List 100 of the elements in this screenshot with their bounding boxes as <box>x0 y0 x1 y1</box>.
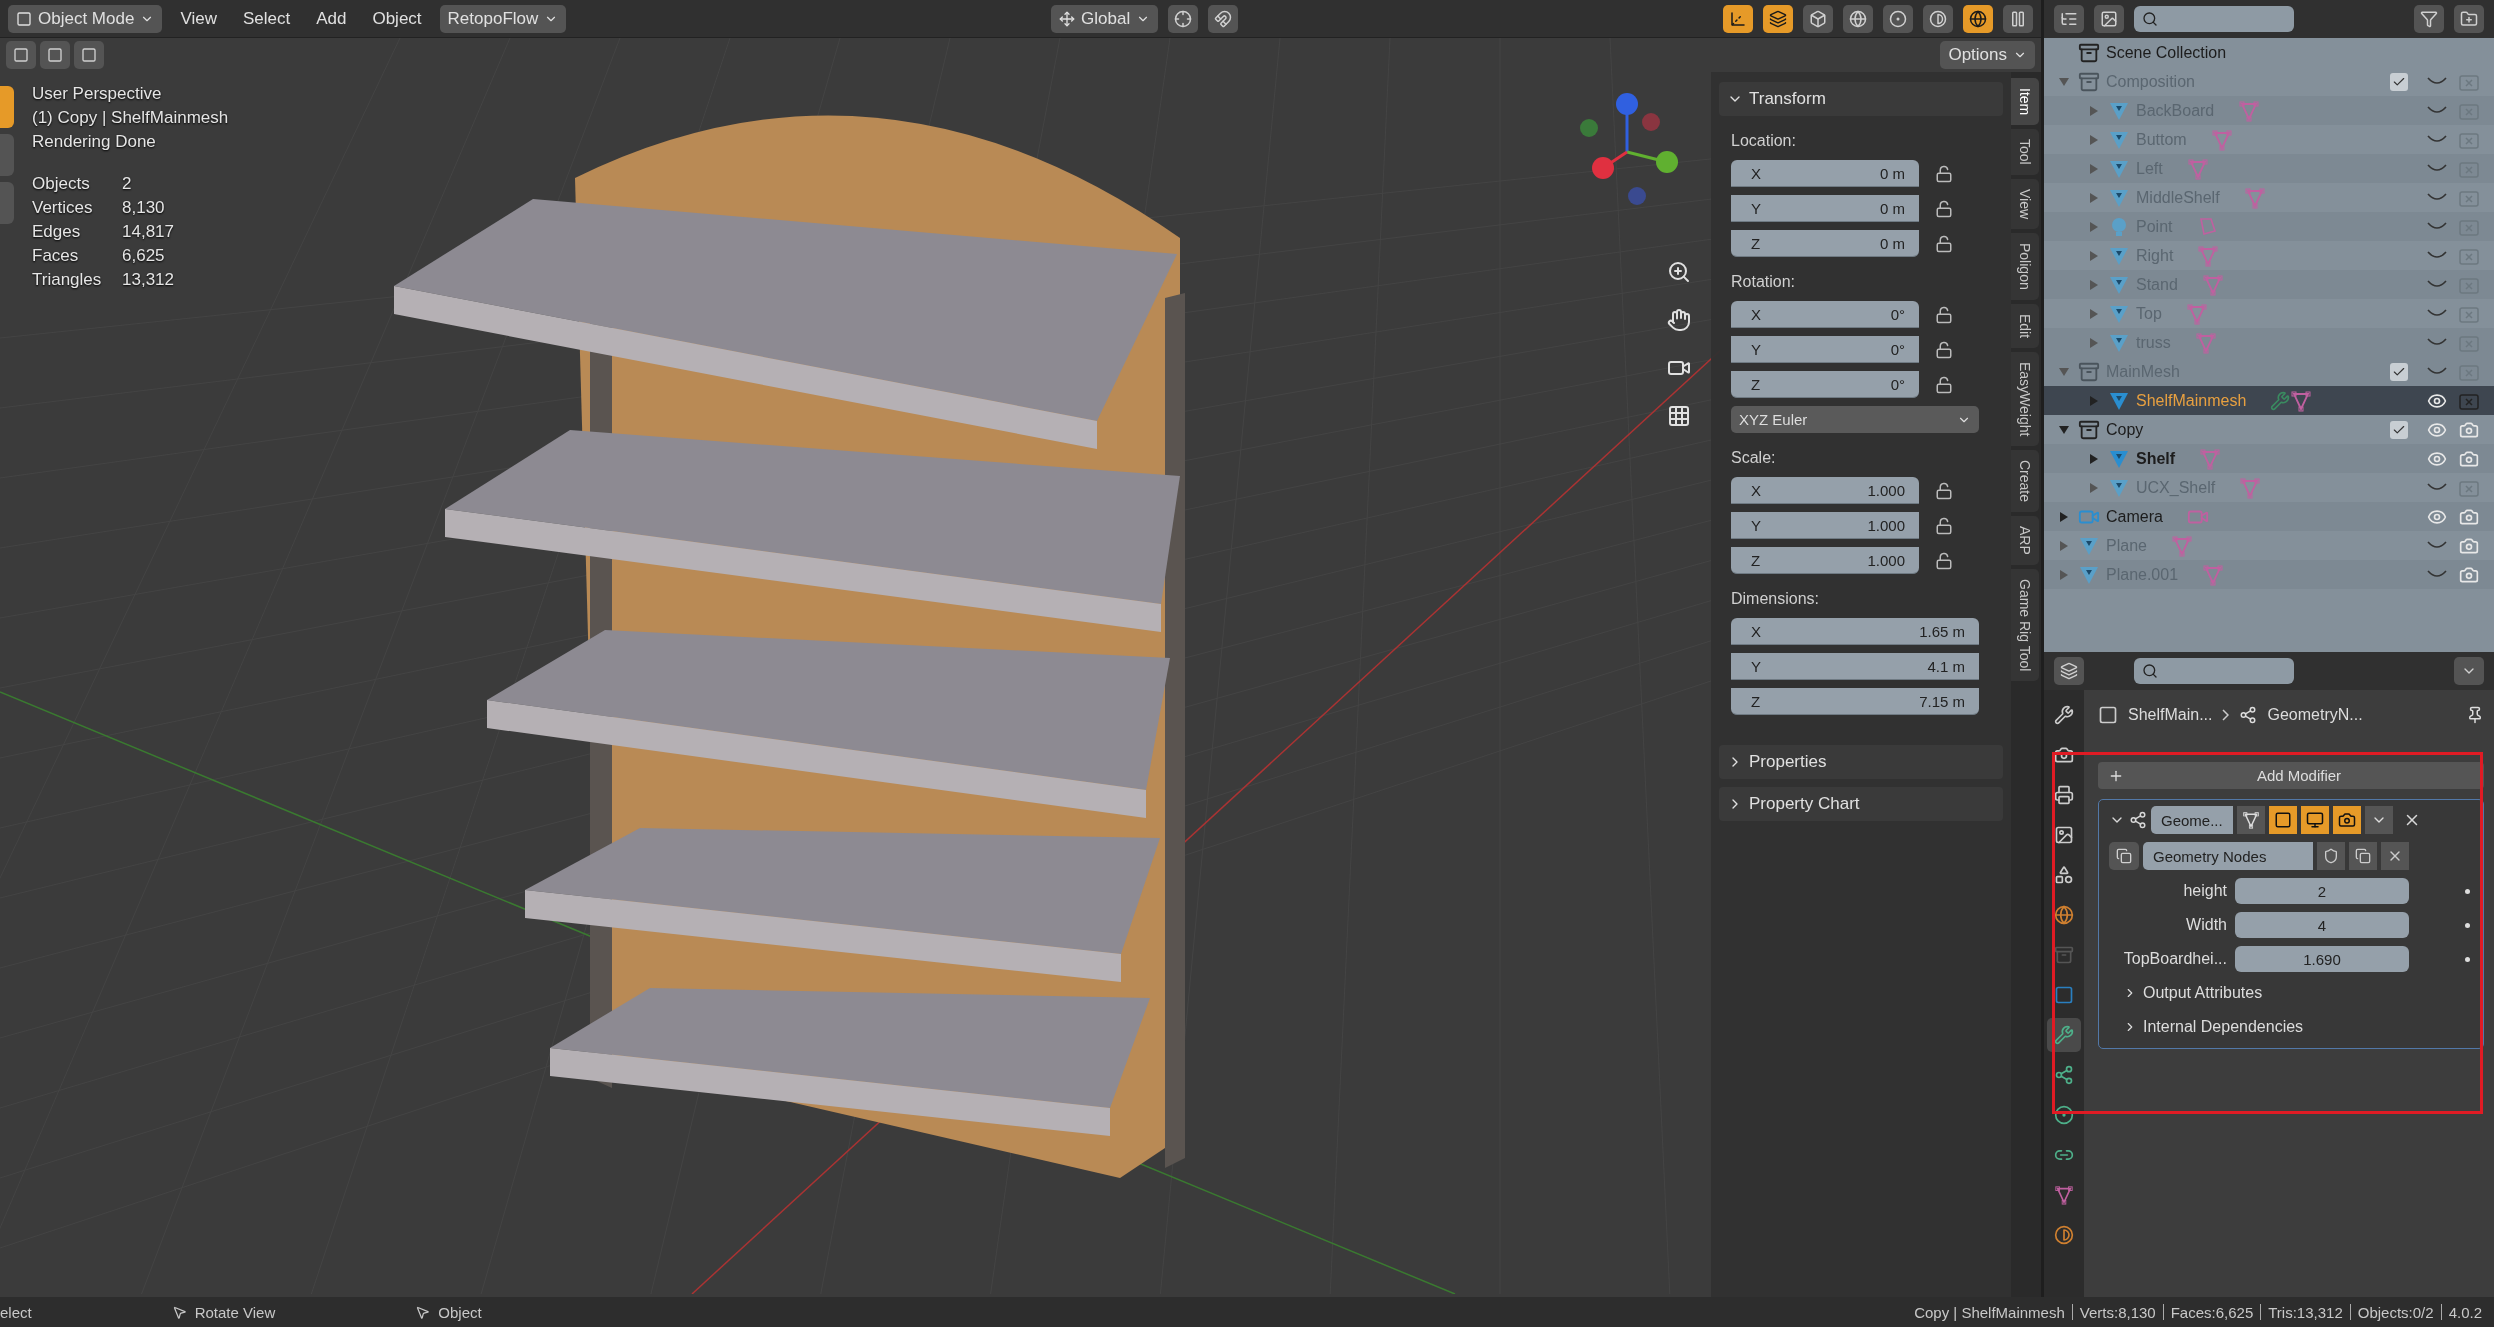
outliner-item-name[interactable]: Scene Collection <box>2106 43 2227 62</box>
outliner-row[interactable]: Shelf <box>2044 444 2494 473</box>
outliner-item-name[interactable]: Shelf <box>2136 449 2176 468</box>
panel-header[interactable]: Transform <box>1719 82 2003 116</box>
keyframe-dot-icon[interactable] <box>2464 888 2470 894</box>
collapsed-arrow-icon[interactable] <box>2058 539 2070 552</box>
outliner-item-name[interactable]: Copy <box>2106 420 2144 439</box>
number-field[interactable]: Z 0 m <box>1731 230 1919 257</box>
shading-mode-button[interactable] <box>1923 4 1953 33</box>
select-mode-icon[interactable] <box>6 41 36 69</box>
snap-icon[interactable] <box>1208 4 1239 33</box>
sidebar-tab[interactable]: Game Rig Tool <box>2011 569 2039 682</box>
checkbox[interactable] <box>2390 72 2408 91</box>
number-field[interactable]: X 1.65 m <box>1731 618 1979 645</box>
sidebar-tab[interactable]: Edit <box>2011 303 2039 348</box>
collapsed-arrow-icon[interactable] <box>2088 191 2100 204</box>
image-icon[interactable] <box>2094 5 2124 33</box>
pivot-icon[interactable] <box>1168 4 1199 33</box>
select-mode-icon[interactable] <box>74 41 104 69</box>
sidebar-tab[interactable]: Poligon <box>2011 233 2039 300</box>
lock-icon[interactable] <box>1935 516 1953 535</box>
editor-type-icon[interactable] <box>2054 657 2084 685</box>
tool-button[interactable] <box>0 86 14 128</box>
properties-tab[interactable] <box>2047 1018 2081 1052</box>
addon-dropdown[interactable]: RetopoFlow <box>439 4 567 33</box>
fake-user-icon[interactable] <box>2317 842 2345 870</box>
outliner-row[interactable]: ShelfMainmesh <box>2044 386 2494 415</box>
unlink-icon[interactable] <box>2381 842 2409 870</box>
sidebar-tab[interactable]: Item <box>2011 78 2039 126</box>
number-field[interactable]: Y 0° <box>1731 336 1919 363</box>
outliner-row[interactable]: Camera <box>2044 502 2494 531</box>
shading-mode-button[interactable] <box>1883 4 1913 33</box>
number-field[interactable]: Z 0° <box>1731 371 1919 398</box>
menu-item[interactable]: Add <box>308 8 355 29</box>
number-field[interactable]: X 1.000 <box>1731 477 1919 504</box>
panel-header[interactable]: Property Chart <box>1719 787 2003 821</box>
filter-icon[interactable] <box>2414 5 2444 33</box>
rotation-mode-dropdown[interactable]: XYZ Euler <box>1731 406 1979 433</box>
expanded-arrow-icon[interactable] <box>2058 75 2070 88</box>
menu-item[interactable]: Select <box>234 8 299 29</box>
add-modifier-button[interactable]: Add Modifier <box>2098 762 2484 789</box>
options-dropdown[interactable]: Options <box>1940 41 2035 69</box>
number-field[interactable]: Z 1.000 <box>1731 547 1919 574</box>
subpanel-header[interactable]: Output Attributes <box>2109 980 2479 1006</box>
number-field[interactable]: 1.690 <box>2235 946 2409 972</box>
number-field[interactable]: 2 <box>2235 878 2409 904</box>
checkbox[interactable] <box>2390 420 2408 439</box>
lock-icon[interactable] <box>1935 164 1953 183</box>
collapsed-arrow-icon[interactable] <box>2088 133 2100 146</box>
shading-mode-button[interactable] <box>1963 4 1993 33</box>
number-field[interactable]: X 0° <box>1731 301 1919 328</box>
collapsed-arrow-icon[interactable] <box>2088 307 2100 320</box>
render-toggle[interactable] <box>2332 806 2361 834</box>
pause-icon[interactable] <box>2003 4 2033 33</box>
lock-icon[interactable] <box>1935 340 1953 359</box>
search-field[interactable] <box>2134 658 2294 684</box>
number-field[interactable]: 4 <box>2235 912 2409 938</box>
keyframe-dot-icon[interactable] <box>2464 956 2470 962</box>
outliner-item-name[interactable]: Camera <box>2106 507 2163 526</box>
lock-icon[interactable] <box>1935 551 1953 570</box>
overlays-toggle[interactable] <box>1763 4 1793 33</box>
collapsed-arrow-icon[interactable] <box>2058 510 2070 523</box>
shading-mode-button[interactable] <box>1843 4 1873 33</box>
duplicate-icon[interactable] <box>2349 842 2377 870</box>
dropdown-icon[interactable] <box>2454 657 2484 685</box>
on-cage-toggle[interactable] <box>2236 806 2265 834</box>
menu-item[interactable]: View <box>172 8 225 29</box>
lock-icon[interactable] <box>1935 199 1953 218</box>
panel-header[interactable]: Properties <box>1719 745 2003 779</box>
dropdown-icon[interactable] <box>2364 806 2393 834</box>
menu-item[interactable]: Object <box>364 8 430 29</box>
select-mode-icon[interactable] <box>40 41 70 69</box>
outliner-item-name[interactable]: ShelfMainmesh <box>2136 391 2247 410</box>
mode-dropdown[interactable]: Object Mode <box>8 4 163 33</box>
lock-icon[interactable] <box>1935 481 1953 500</box>
sidebar-tab[interactable]: ARP <box>2011 516 2039 566</box>
xray-toggle[interactable] <box>1803 4 1833 33</box>
number-field[interactable]: Y 1.000 <box>1731 512 1919 539</box>
collapsed-arrow-icon[interactable] <box>2088 249 2100 262</box>
edit-mode-toggle[interactable] <box>2268 806 2297 834</box>
new-collection-icon[interactable] <box>2454 5 2484 33</box>
sidebar-tab[interactable]: Create <box>2011 450 2039 513</box>
search-field[interactable] <box>2134 6 2294 32</box>
number-field[interactable]: Y 4.1 m <box>1731 653 1979 680</box>
lock-icon[interactable] <box>1935 234 1953 253</box>
subpanel-header[interactable]: Internal Dependencies <box>2109 1014 2479 1040</box>
lock-icon[interactable] <box>1935 305 1953 324</box>
display-mode-icon[interactable] <box>2054 5 2084 33</box>
keyframe-dot-icon[interactable] <box>2464 922 2470 928</box>
expanded-arrow-icon[interactable] <box>2058 423 2070 436</box>
checkbox[interactable] <box>2390 362 2408 381</box>
outliner-row[interactable]: Copy <box>2044 415 2494 444</box>
node-group-browse-icon[interactable] <box>2109 842 2139 870</box>
node-group-field[interactable]: Geometry Nodes <box>2143 842 2313 870</box>
viewport-toggle[interactable] <box>2300 806 2329 834</box>
pin-icon[interactable] <box>2466 706 2484 724</box>
gizmos-toggle[interactable] <box>1723 4 1753 33</box>
sidebar-tab[interactable]: View <box>2011 178 2039 229</box>
collapsed-arrow-icon[interactable] <box>2088 452 2100 465</box>
number-field[interactable]: Z 7.15 m <box>1731 688 1979 715</box>
